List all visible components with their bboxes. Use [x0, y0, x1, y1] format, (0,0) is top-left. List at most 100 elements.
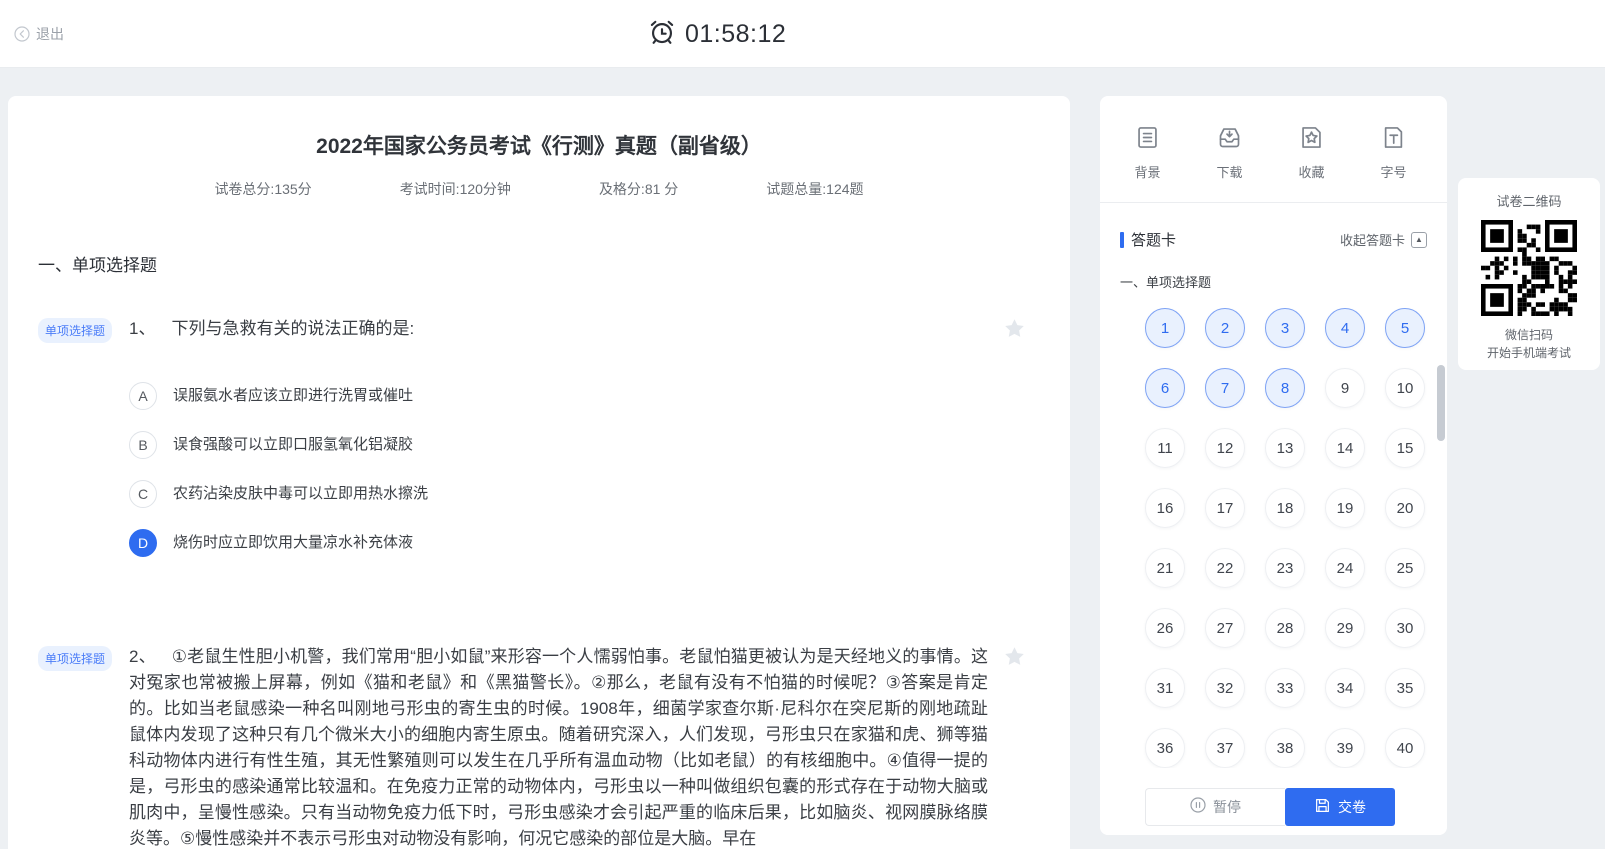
qr-title: 试卷二维码: [1496, 191, 1561, 210]
exam-timer: 01:58:12: [648, 17, 786, 52]
favorite-star-icon[interactable]: [1003, 317, 1026, 345]
question-number-5[interactable]: 5: [1385, 308, 1425, 348]
question-number-7[interactable]: 7: [1205, 368, 1245, 408]
tool-download[interactable]: 下载: [1216, 124, 1243, 181]
question-number-grid: 1234567891011121314151617181920212223242…: [1100, 308, 1447, 768]
option-c-text: 农药沾染皮肤中毒可以立即用热水擦洗: [173, 481, 428, 507]
question-number-32[interactable]: 32: [1205, 668, 1245, 708]
exit-button[interactable]: 退出: [14, 24, 64, 44]
option-c-circle[interactable]: C: [129, 480, 157, 508]
answer-card-section-label: 一、单项选择题: [1100, 250, 1447, 291]
meta-pass-score: 及格分:81 分: [599, 179, 678, 199]
question-number-22[interactable]: 22: [1205, 548, 1245, 588]
question-number-26[interactable]: 26: [1145, 608, 1185, 648]
question-number-38[interactable]: 38: [1265, 728, 1305, 768]
tool-background[interactable]: 背景: [1134, 124, 1161, 181]
font-size-icon: [1380, 124, 1407, 151]
tool-font-size[interactable]: 字号: [1380, 124, 1407, 181]
question-1-stem: 1、下列与急救有关的说法正确的是:: [129, 316, 988, 342]
question-number-20[interactable]: 20: [1385, 488, 1425, 528]
question-number-3[interactable]: 3: [1265, 308, 1305, 348]
question-number-33[interactable]: 33: [1265, 668, 1305, 708]
question-number-34[interactable]: 34: [1325, 668, 1365, 708]
question-number-31[interactable]: 31: [1145, 668, 1185, 708]
question-number-21[interactable]: 21: [1145, 548, 1185, 588]
question-number-15[interactable]: 15: [1385, 428, 1425, 468]
option-b[interactable]: B 误食强酸可以立即口服氢氧化铝凝胶: [129, 431, 988, 459]
question-number-23[interactable]: 23: [1265, 548, 1305, 588]
question-number-28[interactable]: 28: [1265, 608, 1305, 648]
question-number-label: 1、: [129, 319, 155, 338]
meta-total-score: 试卷总分:135分: [214, 179, 311, 199]
question-number-36[interactable]: 36: [1145, 728, 1185, 768]
option-d-text: 烧伤时应立即饮用大量凉水补充体液: [173, 530, 413, 556]
accent-bar: [1120, 232, 1124, 248]
collapse-up-icon: ▲: [1411, 232, 1427, 248]
background-icon: [1134, 124, 1161, 151]
save-icon: [1314, 797, 1331, 817]
question-number-2[interactable]: 2: [1205, 308, 1245, 348]
download-icon: [1216, 124, 1243, 151]
question-number-39[interactable]: 39: [1325, 728, 1365, 768]
question-number-24[interactable]: 24: [1325, 548, 1365, 588]
question-number-29[interactable]: 29: [1325, 608, 1365, 648]
question-number-35[interactable]: 35: [1385, 668, 1425, 708]
meta-question-count: 试题总量:124题: [766, 179, 863, 199]
meta-exam-time: 考试时间:120分钟: [400, 179, 511, 199]
timer-value: 01:58:12: [685, 20, 786, 49]
exit-label: 退出: [36, 24, 64, 44]
answer-card-title: 答题卡: [1120, 229, 1340, 250]
option-a-circle[interactable]: A: [129, 382, 157, 410]
question-number-grid-wrap: 1234567891011121314151617181920212223242…: [1100, 308, 1447, 768]
question-number-12[interactable]: 12: [1205, 428, 1245, 468]
question-number-17[interactable]: 17: [1205, 488, 1245, 528]
tool-label: 下载: [1216, 162, 1242, 181]
question-number-label: 2、: [129, 647, 156, 666]
question-number-8[interactable]: 8: [1265, 368, 1305, 408]
tool-label: 字号: [1380, 162, 1406, 181]
pause-button[interactable]: 暂停: [1145, 788, 1285, 826]
question-number-13[interactable]: 13: [1265, 428, 1305, 468]
qr-panel: 试卷二维码 微信扫码 开始手机端考试: [1458, 178, 1600, 370]
paper-title: 2022年国家公务员考试《行测》真题（副省级）: [38, 130, 1040, 160]
question-number-9[interactable]: 9: [1325, 368, 1365, 408]
question-type-badge: 单项选择题: [38, 646, 112, 671]
question-number-4[interactable]: 4: [1325, 308, 1365, 348]
question-number-27[interactable]: 27: [1205, 608, 1245, 648]
question-type-badge: 单项选择题: [38, 318, 112, 343]
panel-footer: 暂停 交卷: [1100, 778, 1447, 835]
qr-code-image: [1481, 220, 1577, 316]
question-number-30[interactable]: 30: [1385, 608, 1425, 648]
option-d-circle[interactable]: D: [129, 529, 157, 557]
scrollbar-thumb[interactable]: [1437, 365, 1445, 441]
collapse-answer-card-button[interactable]: 收起答题卡 ▲: [1340, 230, 1427, 249]
question-number-19[interactable]: 19: [1325, 488, 1365, 528]
back-circle-icon: [14, 26, 30, 42]
answer-panel: 背景 下载 收藏: [1100, 96, 1447, 835]
question-number-14[interactable]: 14: [1325, 428, 1365, 468]
answer-card-header: 答题卡 收起答题卡 ▲: [1100, 203, 1447, 250]
question-number-18[interactable]: 18: [1265, 488, 1305, 528]
option-a[interactable]: A 误服氨水者应该立即进行洗胃或催吐: [129, 382, 988, 410]
question-number-16[interactable]: 16: [1145, 488, 1185, 528]
question-number-10[interactable]: 10: [1385, 368, 1425, 408]
question-number-40[interactable]: 40: [1385, 728, 1425, 768]
tool-label: 背景: [1134, 162, 1160, 181]
question-number-1[interactable]: 1: [1145, 308, 1185, 348]
submit-button[interactable]: 交卷: [1285, 788, 1395, 826]
paper-card: 2022年国家公务员考试《行测》真题（副省级） 试卷总分:135分 考试时间:1…: [8, 96, 1070, 849]
option-d[interactable]: D 烧伤时应立即饮用大量凉水补充体液: [129, 529, 988, 557]
tool-favorite[interactable]: 收藏: [1298, 124, 1325, 181]
option-b-circle[interactable]: B: [129, 431, 157, 459]
question-1: 单项选择题 1、下列与急救有关的说法正确的是: A 误服氨水者应该立即进行洗胃或…: [38, 316, 1040, 578]
option-c[interactable]: C 农药沾染皮肤中毒可以立即用热水擦洗: [129, 480, 988, 508]
question-2: 单项选择题 2、①老鼠生性胆小机警，我们常用“胆小如鼠”来形容一个人懦弱怕事。老…: [38, 644, 1040, 849]
question-number-11[interactable]: 11: [1145, 428, 1185, 468]
question-number-6[interactable]: 6: [1145, 368, 1185, 408]
toolbar: 背景 下载 收藏: [1100, 96, 1447, 181]
favorite-star-icon[interactable]: [1003, 645, 1026, 673]
question-number-25[interactable]: 25: [1385, 548, 1425, 588]
tool-label: 收藏: [1298, 162, 1324, 181]
qr-caption: 微信扫码 开始手机端考试: [1487, 326, 1571, 362]
question-number-37[interactable]: 37: [1205, 728, 1245, 768]
